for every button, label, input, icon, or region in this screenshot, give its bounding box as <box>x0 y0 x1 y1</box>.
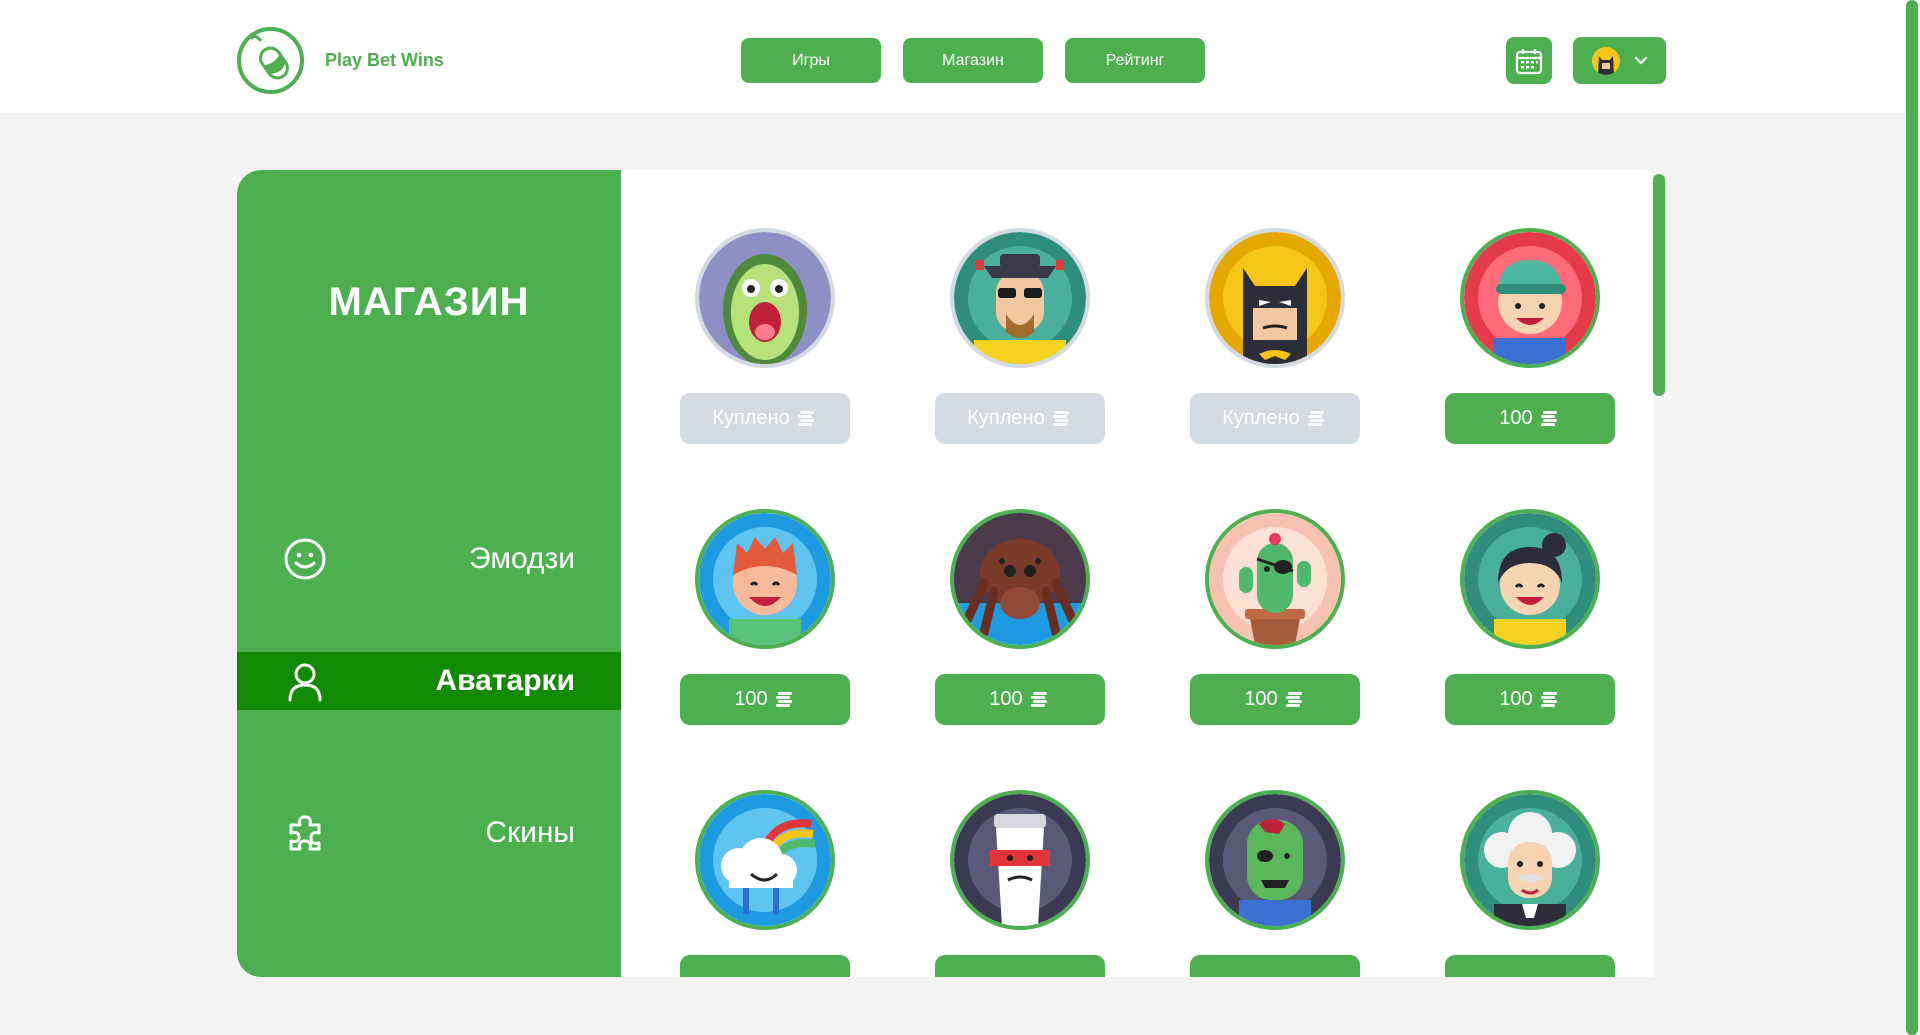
buy-button-label: Куплено <box>1222 407 1300 429</box>
rainbow-cloud-avatar[interactable] <box>695 790 835 930</box>
buy-button[interactable]: Куплено <box>680 393 850 444</box>
buy-button[interactable] <box>1190 955 1360 977</box>
pirate-cactus-avatar[interactable] <box>1205 509 1345 649</box>
shop-sidebar: МАГАЗИН Эмодзи Аватарки Скины <box>237 170 621 977</box>
coins-icon <box>797 410 814 426</box>
girl-avatar[interactable] <box>1460 509 1600 649</box>
zombie-avatar[interactable] <box>1205 790 1345 930</box>
calendar-icon <box>1515 48 1543 74</box>
avocado-avatar[interactable] <box>695 228 835 368</box>
spider-avatar[interactable] <box>950 509 1090 649</box>
coins-icon <box>1052 410 1069 426</box>
shop-title: МАГАЗИН <box>328 280 530 324</box>
avatar-grid: Куплено Куплено Куплено 100 100 100 100 … <box>680 228 1615 977</box>
coins-icon <box>775 691 792 707</box>
einstein-avatar[interactable] <box>1460 790 1600 930</box>
shop-card: Куплено <box>680 228 850 444</box>
buy-button-label: Куплено <box>967 407 1045 429</box>
shop-card: 100 <box>1190 509 1360 725</box>
heisenberg-avatar[interactable] <box>950 228 1090 368</box>
buy-button[interactable]: Куплено <box>1190 393 1360 444</box>
buy-button[interactable]: 100 <box>680 674 850 725</box>
nav-shop-button[interactable]: Магазин <box>903 38 1043 83</box>
price-label: 100 <box>734 688 768 710</box>
page-scrollbar-thumb[interactable] <box>1906 0 1918 1035</box>
sidebar-item-avatars[interactable]: Аватарки <box>237 652 621 710</box>
price-label: 100 <box>1499 688 1533 710</box>
top-bar: Play Bet Wins Игры Магазин Рейтинг <box>0 0 1906 113</box>
shop-card <box>1190 790 1360 977</box>
boy-cap-avatar[interactable] <box>1460 228 1600 368</box>
user-icon <box>288 663 322 702</box>
sidebar-item-emoji[interactable]: Эмодзи <box>237 530 621 588</box>
buy-button[interactable]: Куплено <box>935 393 1105 444</box>
buy-button[interactable] <box>935 955 1105 977</box>
smiley-icon <box>284 538 326 580</box>
nav-rating-button[interactable]: Рейтинг <box>1065 38 1205 83</box>
profile-menu-button[interactable] <box>1573 37 1666 84</box>
buy-button[interactable] <box>680 955 850 977</box>
nav-games-button[interactable]: Игры <box>741 38 881 83</box>
buy-button[interactable]: 100 <box>1445 674 1615 725</box>
profile-avatar <box>1591 46 1620 75</box>
price-label: 100 <box>1244 688 1278 710</box>
chevron-down-icon <box>1634 56 1647 65</box>
shop-card: 100 <box>1445 228 1615 444</box>
coins-icon <box>1285 691 1302 707</box>
avatar-grid-area: Куплено Куплено Куплено 100 100 100 100 … <box>621 170 1653 977</box>
brand-logo[interactable]: Play Bet Wins <box>237 27 444 94</box>
puzzle-icon <box>289 815 321 851</box>
shop-card <box>680 790 850 977</box>
redhead-boy-avatar[interactable] <box>695 509 835 649</box>
coins-icon <box>1307 410 1324 426</box>
sidebar-item-label: Аватарки <box>435 664 575 697</box>
shop-card: 100 <box>1445 509 1615 725</box>
shop-card: Куплено <box>935 228 1105 444</box>
buy-button[interactable]: 100 <box>1445 393 1615 444</box>
buy-button[interactable]: 100 <box>1190 674 1360 725</box>
shop-card <box>935 790 1105 977</box>
sidebar-item-skins[interactable]: Скины <box>237 804 621 862</box>
coins-icon <box>1540 691 1557 707</box>
brand-name: Play Bet Wins <box>325 50 444 70</box>
buy-button-label: Куплено <box>712 407 790 429</box>
coffee-cup-avatar[interactable] <box>950 790 1090 930</box>
calendar-button[interactable] <box>1506 37 1552 84</box>
price-label: 100 <box>1499 407 1533 429</box>
sidebar-item-label: Скины <box>485 816 575 849</box>
mouse-icon <box>237 27 304 94</box>
sidebar-item-label: Эмодзи <box>469 542 575 575</box>
buy-button[interactable]: 100 <box>935 674 1105 725</box>
shop-card: 100 <box>680 509 850 725</box>
coins-icon <box>1030 691 1047 707</box>
shop-card: Куплено <box>1190 228 1360 444</box>
buy-button[interactable] <box>1445 955 1615 977</box>
shop-card <box>1445 790 1615 977</box>
coins-icon <box>1540 410 1557 426</box>
batman-avatar[interactable] <box>1205 228 1345 368</box>
price-label: 100 <box>989 688 1023 710</box>
shop-card: 100 <box>935 509 1105 725</box>
main-nav: Игры Магазин Рейтинг <box>741 38 1205 83</box>
shop-panel: МАГАЗИН Эмодзи Аватарки Скины Куплено Ку… <box>237 170 1653 977</box>
shop-scrollbar-thumb[interactable] <box>1653 174 1665 396</box>
